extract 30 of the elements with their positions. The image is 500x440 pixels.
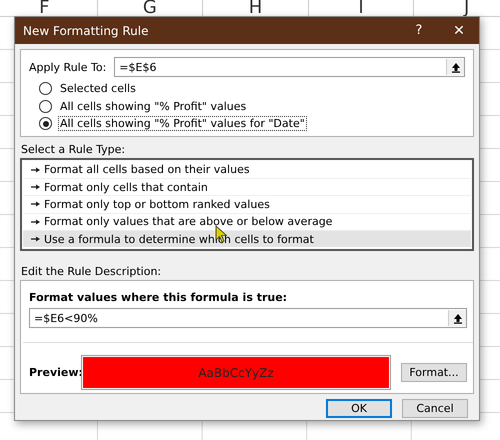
arrow-icon [31,184,40,190]
arrow-icon [31,236,40,242]
close-button[interactable]: ✕ [439,17,479,44]
format-button[interactable]: Format... [401,363,467,382]
radio-label[interactable]: Selected cells [58,81,138,96]
collapse-icon[interactable] [446,59,464,75]
window-title: New Formatting Rule [23,24,150,38]
section-label: Edit the Rule Description: [20,264,162,280]
radio-button[interactable] [39,100,52,113]
apply-rule-label: Apply Rule To: [29,60,106,74]
rule-type-item[interactable]: Format only cells that contain [23,178,471,196]
section-label: Select a Rule Type: [20,142,126,158]
formula-label: Format values where this formula is true: [29,291,288,304]
rule-type-item[interactable]: Format all cells based on their values [23,162,471,179]
help-button[interactable]: ? [399,17,439,44]
formula-field[interactable]: =$E6<90% [29,308,467,328]
arrow-icon [31,218,40,225]
preview-label: Preview: [29,366,81,380]
collapse-icon[interactable] [448,310,466,326]
cancel-button[interactable]: Cancel [402,399,468,418]
radio-label[interactable]: All cells showing "% Profit" values [58,98,248,114]
rule-type-item[interactable]: Format only top or bottom ranked values [23,196,471,214]
radio-label[interactable]: All cells showing "% Profit" values for "Date" [58,116,307,132]
preview-sample: AaBbCcYyZz [83,357,389,388]
range-field[interactable]: =$E$6 [114,57,465,77]
ok-button[interactable]: OK [326,399,392,418]
radio-button[interactable] [39,82,52,96]
arrow-icon [31,166,40,173]
arrow-icon [31,201,40,208]
radio-button[interactable] [39,117,52,130]
